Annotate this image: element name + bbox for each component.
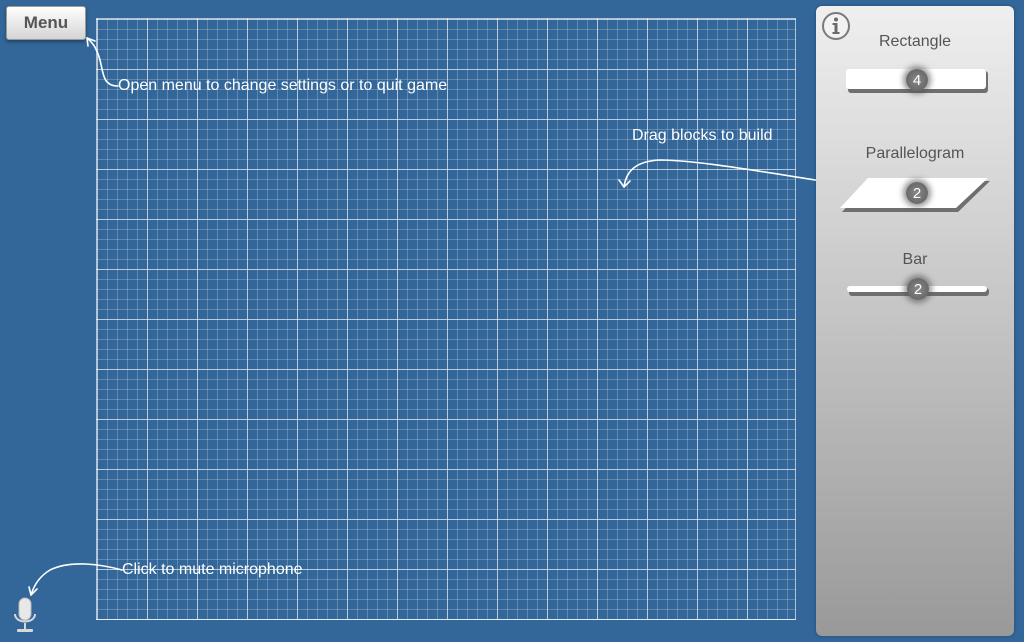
bar-label: Bar bbox=[902, 251, 928, 268]
parallelogram-count-badge: 2 bbox=[906, 182, 928, 204]
menu-hint-text: Open menu to change settings or to quit … bbox=[118, 77, 448, 94]
rectangle-count-badge: 4 bbox=[906, 69, 928, 91]
rectangle-label: Rectangle bbox=[878, 33, 952, 50]
parallelogram-label: Parallelogram bbox=[865, 145, 965, 162]
menu-button[interactable]: Menu bbox=[6, 6, 86, 40]
bar-count-badge: 2 bbox=[907, 278, 929, 300]
build-grid[interactable] bbox=[96, 18, 796, 620]
mic-hint-text: Click to mute microphone bbox=[122, 561, 303, 578]
drag-hint-text: Drag blocks to build bbox=[632, 127, 773, 144]
block-palette: Rectangle 4 Parallelogram 2 Bar 2 bbox=[816, 6, 1014, 636]
microphone-icon[interactable] bbox=[12, 596, 38, 636]
